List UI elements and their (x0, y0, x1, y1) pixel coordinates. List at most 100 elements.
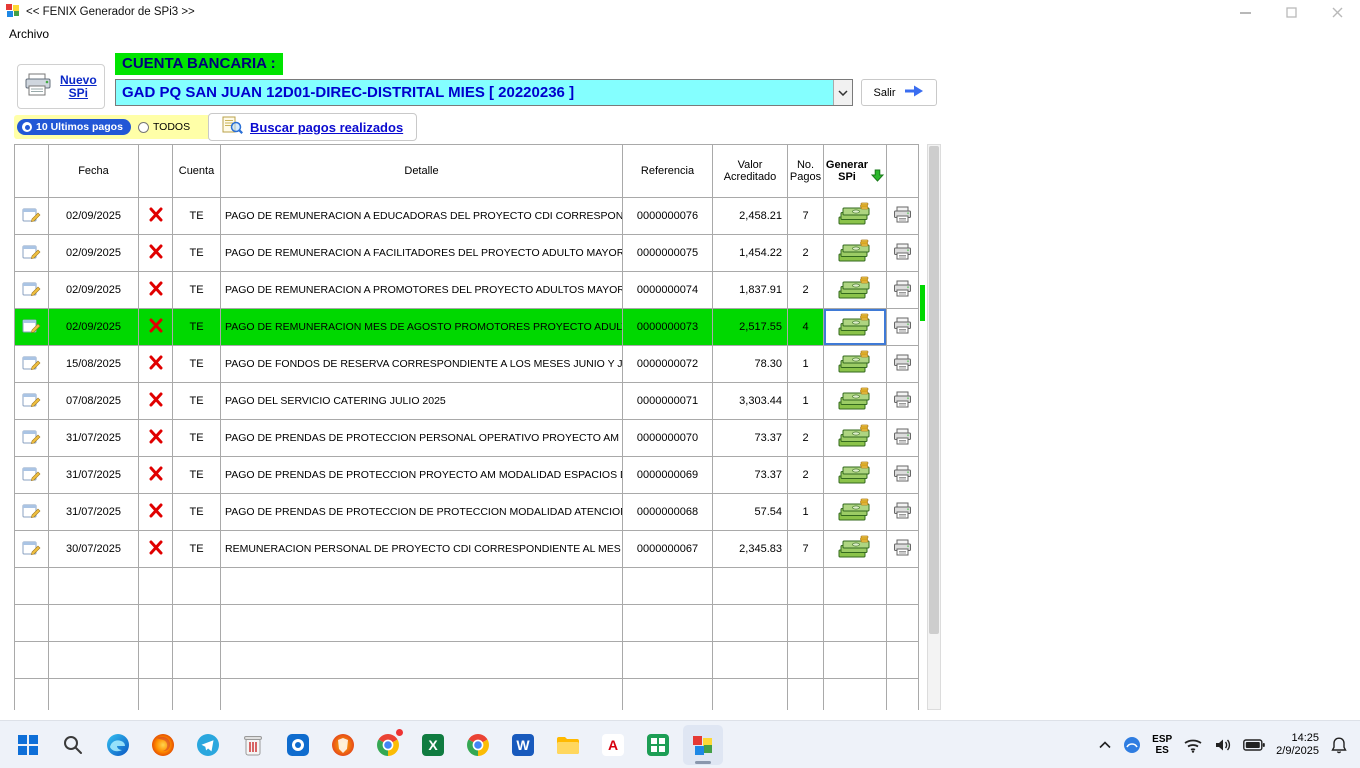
tray-chevron-up-icon[interactable] (1098, 740, 1112, 750)
generar-spi-button[interactable] (824, 346, 887, 383)
edit-row-icon[interactable] (15, 198, 49, 235)
table-row[interactable]: 31/07/2025TEPAGO DE PRENDAS DE PROTECCIO… (15, 494, 919, 531)
buscar-pagos-button[interactable]: Buscar pagos realizados (208, 113, 417, 141)
fenix-active-icon[interactable] (683, 725, 723, 765)
firefox-icon[interactable] (143, 725, 183, 765)
cell-cuenta: TE (173, 235, 221, 272)
delete-row-button[interactable] (139, 309, 173, 346)
chrome-icon[interactable] (458, 725, 498, 765)
table-row[interactable]: 30/07/2025TEREMUNERACION PERSONAL DE PRO… (15, 531, 919, 568)
empty-cell (713, 568, 788, 605)
excel-icon[interactable]: X (413, 725, 453, 765)
generar-spi-button[interactable] (824, 420, 887, 457)
cell-referencia: 0000000075 (623, 235, 713, 272)
edit-row-icon[interactable] (15, 420, 49, 457)
table-row[interactable]: 07/08/2025TEPAGO DEL SERVICIO CATERING J… (15, 383, 919, 420)
generar-spi-button[interactable] (824, 272, 887, 309)
cell-detalle: PAGO DE PRENDAS DE PROTECCION PROYECTO A… (221, 457, 623, 494)
cell-referencia: 0000000067 (623, 531, 713, 568)
edge-icon[interactable] (98, 725, 138, 765)
wifi-icon[interactable] (1183, 737, 1203, 753)
delete-row-button[interactable] (139, 198, 173, 235)
delete-row-button[interactable] (139, 383, 173, 420)
generar-spi-button[interactable] (824, 198, 887, 235)
delete-row-button[interactable] (139, 272, 173, 309)
notification-bell-icon[interactable] (1330, 736, 1348, 754)
edit-row-icon[interactable] (15, 457, 49, 494)
edit-row-icon[interactable] (15, 346, 49, 383)
table-scrollbar[interactable] (927, 144, 941, 710)
acrobat-icon[interactable]: A (593, 725, 633, 765)
speaker-icon[interactable] (1214, 737, 1232, 753)
bank-account-dropdown[interactable]: GAD PQ SAN JUAN 12D01-DIREC-DISTRITAL MI… (115, 79, 853, 106)
print-row-button[interactable] (887, 383, 919, 420)
empty-cell (49, 568, 139, 605)
table-row[interactable]: 31/07/2025TEPAGO DE PRENDAS DE PROTECCIO… (15, 457, 919, 494)
word-icon[interactable]: W (503, 725, 543, 765)
table-row[interactable]: 15/08/2025TEPAGO DE FONDOS DE RESERVA CO… (15, 346, 919, 383)
empty-cell (139, 679, 173, 711)
generar-spi-button[interactable] (824, 531, 887, 568)
edit-row-icon[interactable] (15, 272, 49, 309)
scrollbar-thumb[interactable] (929, 146, 939, 634)
edit-row-icon[interactable] (15, 309, 49, 346)
print-row-button[interactable] (887, 309, 919, 346)
generar-spi-button[interactable] (824, 457, 887, 494)
delete-row-button[interactable] (139, 420, 173, 457)
nuevo-spi-label-line1: Nuevo (60, 74, 97, 87)
telegram-icon[interactable] (188, 725, 228, 765)
delete-row-button[interactable] (139, 494, 173, 531)
salir-button[interactable]: Salir (861, 79, 937, 106)
battery-icon[interactable] (1243, 739, 1265, 751)
generar-spi-button[interactable] (824, 235, 887, 272)
print-row-button[interactable] (887, 531, 919, 568)
print-row-button[interactable] (887, 235, 919, 272)
edit-row-icon[interactable] (15, 494, 49, 531)
empty-cell (49, 642, 139, 679)
blue-app-icon[interactable] (278, 725, 318, 765)
generar-spi-button[interactable] (824, 309, 887, 346)
empty-cell (887, 605, 919, 642)
table-row[interactable]: 02/09/2025TEPAGO DE REMUNERACION A EDUCA… (15, 198, 919, 235)
print-row-button[interactable] (887, 457, 919, 494)
recycle-bin-icon[interactable] (233, 725, 273, 765)
language-indicator[interactable]: ESP ES (1152, 734, 1172, 756)
print-row-button[interactable] (887, 494, 919, 531)
radio-todos[interactable]: TODOS (138, 121, 190, 133)
print-row-button[interactable] (887, 272, 919, 309)
table-row[interactable]: 02/09/2025TEPAGO DE REMUNERACION A PROMO… (15, 272, 919, 309)
close-button[interactable] (1314, 0, 1360, 24)
menu-archivo[interactable]: Archivo (9, 27, 49, 41)
edit-row-icon[interactable] (15, 531, 49, 568)
delete-row-button[interactable] (139, 457, 173, 494)
table-row[interactable]: 31/07/2025TEPAGO DE PRENDAS DE PROTECCIO… (15, 420, 919, 457)
delete-row-button[interactable] (139, 346, 173, 383)
cell-detalle: PAGO DE REMUNERACION A PROMOTORES DEL PR… (221, 272, 623, 309)
chrome-badged-icon[interactable] (368, 725, 408, 765)
clock[interactable]: 14:25 2/9/2025 (1276, 732, 1319, 758)
maximize-button[interactable] (1268, 0, 1314, 24)
delete-row-button[interactable] (139, 235, 173, 272)
search-icon[interactable] (53, 725, 93, 765)
edit-row-icon[interactable] (15, 383, 49, 420)
table-row[interactable]: 02/09/2025TEPAGO DE REMUNERACION A FACIL… (15, 235, 919, 272)
print-row-button[interactable] (887, 420, 919, 457)
generar-spi-button[interactable] (824, 383, 887, 420)
file-explorer-icon[interactable] (548, 725, 588, 765)
table-row[interactable]: 02/09/2025TEPAGO DE REMUNERACION MES DE … (15, 309, 919, 346)
green-app-icon[interactable] (638, 725, 678, 765)
tray-app-icon[interactable] (1123, 736, 1141, 754)
radio-10-ultimos-pagos[interactable]: 10 Ultimos pagos (17, 119, 131, 135)
brave-icon[interactable] (323, 725, 363, 765)
minimize-button[interactable] (1222, 0, 1268, 24)
header-generar-spi[interactable]: Generar SPi (824, 145, 887, 198)
delete-row-button[interactable] (139, 531, 173, 568)
generar-spi-button[interactable] (824, 494, 887, 531)
print-row-button[interactable] (887, 346, 919, 383)
nuevo-spi-button[interactable]: Nuevo SPi (17, 64, 105, 109)
edit-row-icon[interactable] (15, 235, 49, 272)
green-down-arrow-icon (871, 157, 884, 185)
print-row-button[interactable] (887, 198, 919, 235)
dropdown-chevron-icon[interactable] (833, 80, 852, 105)
start-icon[interactable] (8, 725, 48, 765)
